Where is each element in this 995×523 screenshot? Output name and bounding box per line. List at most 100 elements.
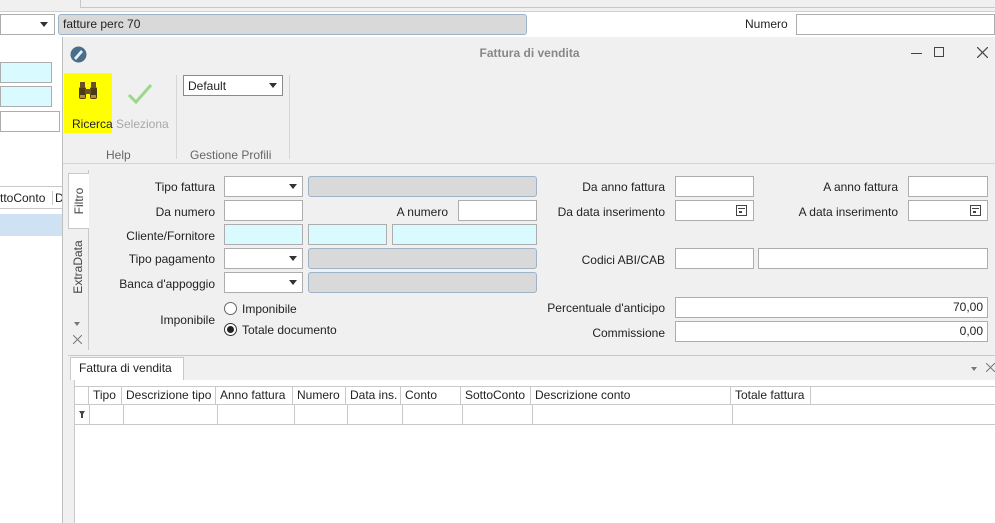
- da-anno-fattura-label: Da anno fattura: [582, 180, 665, 194]
- radio-selected-dot: [227, 326, 234, 333]
- radio-totale-documento[interactable]: [224, 323, 237, 336]
- ribbon: Ricerca Seleziona Default Help Gestione …: [63, 70, 995, 164]
- filter-pin-icon: [79, 411, 85, 418]
- side-tab-bar: Filtro ExtraData: [68, 170, 89, 350]
- da-data-inserimento-input[interactable]: [675, 200, 754, 221]
- tab-extradata-label: ExtraData: [71, 240, 85, 294]
- a-numero-input[interactable]: [458, 200, 537, 221]
- tipo-fattura-description: [308, 176, 537, 197]
- grid-tab-strip: [68, 355, 995, 380]
- close-icon[interactable]: [977, 47, 988, 58]
- da-data-inserimento-label: Da data inserimento: [557, 205, 665, 219]
- chevron-down-icon: [289, 184, 297, 189]
- background-left-combo[interactable]: [0, 14, 55, 35]
- grid-filter-cells: [89, 405, 811, 425]
- profile-select-value: Default: [188, 79, 227, 93]
- commissione-input[interactable]: 0,00: [675, 321, 988, 342]
- chevron-down-icon: [40, 22, 48, 27]
- chevron-down-icon: [289, 256, 297, 261]
- commissione-value: 0,00: [959, 324, 983, 338]
- radio-totale-documento-label: Totale documento: [242, 323, 337, 337]
- tipo-fattura-label: Tipo fattura: [154, 180, 215, 194]
- maximize-icon[interactable]: [934, 47, 944, 57]
- background-left-field-3[interactable]: [0, 111, 60, 132]
- tab-filtro-label: Filtro: [72, 187, 86, 215]
- cliente-fornitore-code[interactable]: [224, 224, 303, 245]
- banca-appoggio-select[interactable]: [224, 272, 303, 293]
- tab-fattura-di-vendita-label: Fattura di vendita: [79, 361, 172, 375]
- ribbon-separator: [176, 75, 177, 159]
- tab-filtro[interactable]: Filtro: [68, 173, 89, 229]
- imponibile-label: Imponibile: [160, 313, 215, 327]
- calendar-icon[interactable]: [970, 205, 981, 216]
- ribbon-group-help: Help: [106, 148, 131, 162]
- column-header-descrizione-conto[interactable]: Descrizione conto: [531, 386, 731, 405]
- ricerca-label: Ricerca: [72, 117, 113, 131]
- da-numero-label: Da numero: [155, 205, 215, 219]
- banca-appoggio-description: [308, 272, 537, 293]
- percentuale-anticipo-input[interactable]: 70,00: [675, 297, 988, 318]
- column-header-conto[interactable]: Conto: [401, 386, 461, 405]
- minimize-icon[interactable]: [911, 53, 922, 54]
- column-header-sottoconto[interactable]: SottoConto: [461, 386, 531, 405]
- ribbon-group-profili: Gestione Profili: [190, 148, 272, 162]
- close-icon[interactable]: [73, 335, 82, 344]
- ribbon-separator-2: [289, 75, 290, 159]
- ricerca-button[interactable]: Ricerca: [64, 73, 113, 133]
- background-numero-label: Numero: [745, 17, 788, 31]
- codice-abi-input[interactable]: [675, 248, 754, 269]
- dialog-title-bar[interactable]: Fattura di vendita: [63, 37, 995, 70]
- codici-abi-cab-label: Codici ABI/CAB: [581, 253, 665, 267]
- background-left-selected-row[interactable]: [0, 214, 62, 236]
- profile-select[interactable]: Default: [183, 75, 283, 96]
- percentuale-anticipo-label: Percentuale d'anticipo: [547, 301, 665, 315]
- column-header-numero[interactable]: Numero: [293, 386, 346, 405]
- banca-appoggio-label: Banca d'appoggio: [119, 277, 215, 291]
- calendar-icon[interactable]: [736, 205, 747, 216]
- chevron-down-icon[interactable]: [74, 322, 80, 326]
- background-left-field-1[interactable]: [0, 62, 52, 83]
- close-icon[interactable]: [986, 363, 995, 372]
- cliente-fornitore-subcode[interactable]: [308, 224, 387, 245]
- grid-row-indicator-header: [75, 386, 89, 405]
- da-anno-fattura-input[interactable]: [675, 176, 754, 197]
- radio-imponibile[interactable]: [224, 302, 237, 315]
- tab-fattura-di-vendita[interactable]: Fattura di vendita: [70, 357, 184, 380]
- background-left-grid-header: ttoConto D: [0, 186, 64, 209]
- seleziona-label: Seleziona: [116, 117, 169, 131]
- percentuale-anticipo-value: 70,00: [952, 300, 983, 314]
- column-header-data-ins[interactable]: Data ins.: [346, 386, 401, 405]
- a-anno-fattura-input[interactable]: [908, 176, 988, 197]
- commissione-label: Commissione: [592, 326, 665, 340]
- dialog-title: Fattura di vendita: [479, 46, 580, 60]
- tipo-pagamento-label: Tipo pagamento: [128, 252, 215, 266]
- column-header-totale-fattura[interactable]: Totale fattura: [731, 386, 811, 405]
- column-header-tipo[interactable]: Tipo: [89, 386, 122, 405]
- background-search-text: fatture perc 70: [63, 17, 141, 31]
- binoculars-icon: [79, 82, 97, 99]
- a-data-inserimento-label: A data inserimento: [798, 205, 898, 219]
- a-data-inserimento-input[interactable]: [908, 200, 988, 221]
- tipo-pagamento-select[interactable]: [224, 248, 303, 269]
- da-numero-input[interactable]: [224, 200, 303, 221]
- codice-cab-input[interactable]: [758, 248, 988, 269]
- a-anno-fattura-label: A anno fattura: [823, 180, 898, 194]
- column-header-descrizione-tipo[interactable]: Descrizione tipo: [122, 386, 216, 405]
- background-column-sottoconto: ttoConto: [0, 191, 46, 205]
- chevron-down-icon[interactable]: [971, 367, 977, 371]
- radio-imponibile-label: Imponibile: [242, 302, 297, 316]
- checkmark-icon: [127, 84, 153, 105]
- seleziona-button[interactable]: Seleziona: [113, 73, 171, 133]
- cliente-fornitore-description[interactable]: [392, 224, 537, 245]
- chevron-down-icon: [289, 280, 297, 285]
- background-left-field-2[interactable]: [0, 86, 52, 107]
- a-numero-label: A numero: [396, 205, 448, 219]
- background-numero-input[interactable]: [796, 14, 995, 35]
- background-top-panel: [80, 0, 995, 8]
- tipo-fattura-select[interactable]: [224, 176, 303, 197]
- chevron-down-icon: [269, 83, 277, 88]
- tab-extradata[interactable]: ExtraData: [68, 232, 89, 304]
- column-header-anno-fattura[interactable]: Anno fattura: [216, 386, 293, 405]
- cliente-fornitore-label: Cliente/Fornitore: [126, 229, 215, 243]
- background-search-input[interactable]: fatture perc 70: [58, 14, 527, 35]
